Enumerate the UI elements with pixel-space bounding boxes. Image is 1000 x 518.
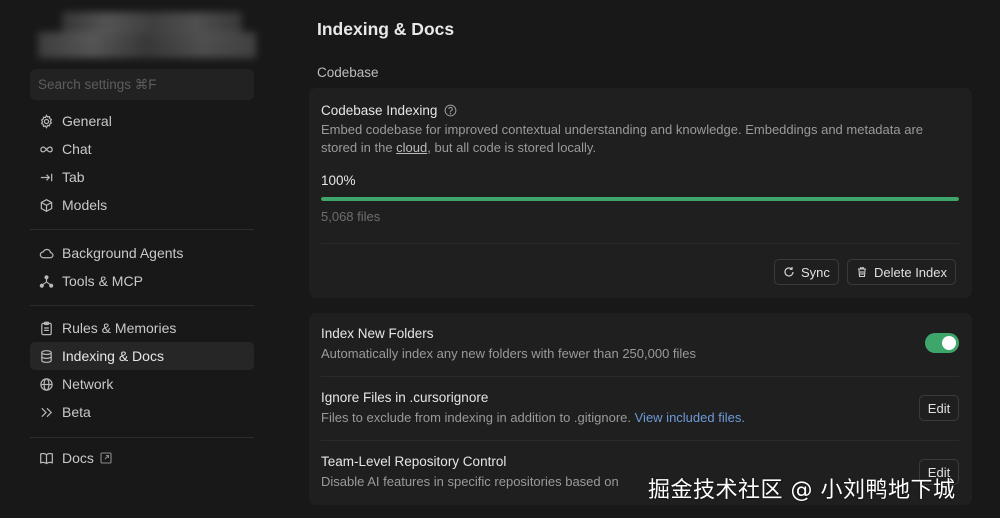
sidebar-item-rules-memories[interactable]: Rules & Memories <box>30 314 254 342</box>
progress-bar-fill <box>321 197 959 201</box>
row-divider <box>321 376 959 377</box>
row-divider <box>321 440 959 441</box>
sidebar-item-label: Tab <box>62 169 85 185</box>
sidebar-item-label: Models <box>62 197 108 213</box>
description-text: Files to exclude from indexing in additi… <box>321 410 635 425</box>
page-title: Indexing & Docs <box>317 19 455 39</box>
codebase-indexing-description: Embed codebase for improved contextual u… <box>321 121 941 157</box>
progress-bar <box>321 197 959 201</box>
external-link-icon <box>100 452 112 464</box>
cloud-icon <box>38 245 54 261</box>
gear-icon <box>38 113 54 129</box>
sidebar-item-tools-mcp[interactable]: Tools & MCP <box>30 267 254 295</box>
edit-ignore-files-button[interactable]: Edit <box>919 395 959 421</box>
setting-description: Files to exclude from indexing in additi… <box>321 410 959 425</box>
setting-ignore-files: Ignore Files in .cursorignore Files to e… <box>321 390 959 425</box>
setting-title: Ignore Files in .cursorignore <box>321 390 489 405</box>
tab-arrow-icon <box>38 169 54 185</box>
index-new-folders-toggle[interactable] <box>925 333 959 353</box>
delete-index-button[interactable]: Delete Index <box>847 259 956 285</box>
watermark: 掘金技术社区 @ 小刘鸭地下城 <box>648 478 956 503</box>
progress-percent: 100% <box>321 173 356 188</box>
setting-description: Automatically index any new folders with… <box>321 346 697 361</box>
sidebar-item-beta[interactable]: Beta <box>30 398 254 426</box>
search-input[interactable] <box>30 69 254 100</box>
sidebar-item-label: General <box>62 113 112 129</box>
globe-icon <box>38 376 54 392</box>
nodes-icon <box>38 273 54 289</box>
cube-icon <box>38 197 54 213</box>
codebase-indexing-title: Codebase Indexing <box>321 103 457 118</box>
codebase-indexing-card: Codebase Indexing Embed codebase for imp… <box>309 88 972 298</box>
clipboard-icon <box>38 320 54 336</box>
card-divider <box>321 243 959 244</box>
sidebar-item-label: Tools & MCP <box>62 273 143 289</box>
sidebar-divider <box>30 437 254 438</box>
search-settings[interactable] <box>30 69 254 100</box>
setting-title: Index New Folders <box>321 326 434 341</box>
sidebar-item-label: Chat <box>62 141 92 157</box>
infinity-icon <box>38 141 54 157</box>
nav-group-2: Background Agents Tools & MCP <box>30 239 254 295</box>
sidebar-item-label: Beta <box>62 404 91 420</box>
sidebar-item-label: Background Agents <box>62 245 184 261</box>
sidebar-item-network[interactable]: Network <box>30 370 254 398</box>
sidebar-item-models[interactable]: Models <box>30 191 254 219</box>
sidebar-item-background-agents[interactable]: Background Agents <box>30 239 254 267</box>
sidebar-item-label: Rules & Memories <box>62 320 177 336</box>
book-icon <box>38 450 54 466</box>
sidebar-item-chat[interactable]: Chat <box>30 135 254 163</box>
sidebar-divider <box>30 305 254 306</box>
cloud-link[interactable]: cloud <box>396 140 427 155</box>
refresh-icon <box>784 267 794 277</box>
sidebar-item-tab[interactable]: Tab <box>30 163 254 191</box>
file-count: 5,068 files <box>321 209 381 224</box>
sidebar-item-docs[interactable]: Docs <box>30 444 254 472</box>
sidebar-item-label: Indexing & Docs <box>62 348 164 364</box>
section-label: Codebase <box>317 65 379 80</box>
double-chevron-icon <box>38 404 54 420</box>
help-icon[interactable] <box>444 104 457 117</box>
toggle-knob <box>942 336 956 350</box>
setting-title: Team-Level Repository Control <box>321 454 507 469</box>
nav-group-1: General Chat Tab Models <box>30 107 254 219</box>
sidebar-item-label: Network <box>62 376 114 392</box>
settings-sidebar: General Chat Tab Models Background Agent… <box>0 0 268 518</box>
blurred-profile <box>38 12 258 60</box>
sidebar-item-indexing-docs[interactable]: Indexing & Docs <box>30 342 254 370</box>
sync-button[interactable]: Sync <box>774 259 839 285</box>
nav-group-3: Rules & Memories Indexing & Docs Network… <box>30 314 254 426</box>
view-included-files-link[interactable]: View included files. <box>635 410 745 425</box>
delete-index-label: Delete Index <box>874 264 947 280</box>
database-icon <box>38 348 54 364</box>
codebase-indexing-title-text: Codebase Indexing <box>321 103 438 118</box>
description-text: , but all code is stored locally. <box>427 140 597 155</box>
sidebar-item-label: Docs <box>62 450 94 466</box>
nav-group-docs: Docs <box>30 444 254 472</box>
trash-icon <box>858 267 866 278</box>
sidebar-divider <box>30 229 254 230</box>
sidebar-item-general[interactable]: General <box>30 107 254 135</box>
setting-index-new-folders: Index New Folders Automatically index an… <box>321 326 959 361</box>
sync-label: Sync <box>801 264 830 280</box>
